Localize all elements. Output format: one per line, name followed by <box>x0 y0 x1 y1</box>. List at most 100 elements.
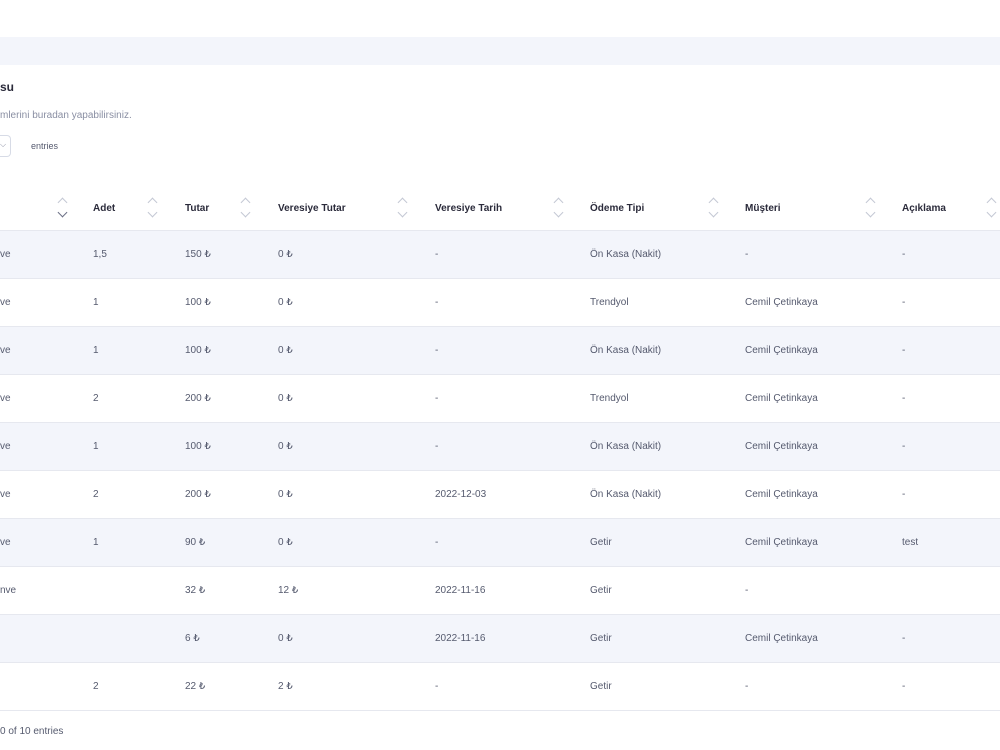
cell-tutar: 200 ₺ <box>185 489 211 500</box>
cell-odeme-tipi: Getir <box>590 585 612 596</box>
column-header-aciklama[interactable]: Açıklama <box>902 186 946 230</box>
cell-veresiye-tutar: 0 ₺ <box>278 633 293 644</box>
subheader-band <box>0 37 1000 65</box>
cell-veresiye-tarih: - <box>435 681 439 692</box>
cell-product: ve <box>0 297 11 308</box>
cell-musteri: - <box>745 585 749 596</box>
table-row: ve 1 100 ₺ 0 ₺ - Ön Kasa (Nakit) Cemil Ç… <box>0 327 1000 375</box>
entries-length-select[interactable]: ⌵ <box>0 135 11 157</box>
page-title: su <box>0 80 15 94</box>
cell-adet: 1,5 <box>93 249 107 260</box>
sort-descending-icon <box>147 207 158 218</box>
cell-tutar: 6 ₺ <box>185 633 200 644</box>
cell-aciklama: test <box>902 537 919 548</box>
cell-aciklama: - <box>902 441 906 452</box>
cell-adet: 2 <box>93 681 99 692</box>
cell-odeme-tipi: Ön Kasa (Nakit) <box>590 489 662 500</box>
cell-odeme-tipi: Trendyol <box>590 393 629 404</box>
column-header-tutar[interactable]: Tutar <box>185 186 209 230</box>
cell-tutar: 22 ₺ <box>185 681 206 692</box>
cell-tutar: 100 ₺ <box>185 441 211 452</box>
sort-toggle-odeme-tipi[interactable] <box>708 196 720 222</box>
cell-musteri: Cemil Çetinkaya <box>745 297 818 308</box>
page-subtitle: mlerini buradan yapabilirsiniz. <box>0 110 132 121</box>
cell-adet: 2 <box>93 393 99 404</box>
cell-veresiye-tutar: 2 ₺ <box>278 681 293 692</box>
cell-tutar: 100 ₺ <box>185 345 211 356</box>
sort-ascending-icon <box>708 197 719 208</box>
sort-ascending-icon <box>553 197 564 208</box>
sort-descending-icon <box>553 207 564 218</box>
cell-odeme-tipi: Getir <box>590 537 612 548</box>
cell-veresiye-tutar: 0 ₺ <box>278 489 293 500</box>
cell-veresiye-tutar: 0 ₺ <box>278 345 293 356</box>
sort-ascending-icon <box>240 197 251 208</box>
table-row: nve 32 ₺ 12 ₺ 2022-11-16 Getir - <box>0 567 1000 615</box>
cell-odeme-tipi: Getir <box>590 681 612 692</box>
column-header-veresiye-tutar[interactable]: Veresiye Tutar <box>278 186 346 230</box>
cell-aciklama: - <box>902 345 906 356</box>
cell-odeme-tipi: Ön Kasa (Nakit) <box>590 441 662 452</box>
sort-toggle-tutar[interactable] <box>240 196 252 222</box>
cell-veresiye-tarih: 2022-12-03 <box>435 489 487 500</box>
cell-odeme-tipi: Ön Kasa (Nakit) <box>590 249 662 260</box>
cell-adet: 2 <box>93 489 99 500</box>
column-header-adet[interactable]: Adet <box>93 186 115 230</box>
column-header-odeme-tipi[interactable]: Ödeme Tipi <box>590 186 644 230</box>
sort-toggle-musteri[interactable] <box>865 196 877 222</box>
cell-veresiye-tarih: - <box>435 537 439 548</box>
cell-odeme-tipi: Getir <box>590 633 612 644</box>
sort-descending-icon <box>865 207 876 218</box>
table-row: ve 1,5 150 ₺ 0 ₺ - Ön Kasa (Nakit) - - <box>0 231 1000 279</box>
sort-descending-icon <box>708 207 719 218</box>
cell-musteri: Cemil Çetinkaya <box>745 393 818 404</box>
table-row: ve 1 100 ₺ 0 ₺ - Ön Kasa (Nakit) Cemil Ç… <box>0 423 1000 471</box>
cell-veresiye-tarih: - <box>435 441 439 452</box>
cell-aciklama: - <box>902 681 906 692</box>
cell-musteri: Cemil Çetinkaya <box>745 489 818 500</box>
cell-musteri: Cemil Çetinkaya <box>745 345 818 356</box>
cell-aciklama: - <box>902 633 906 644</box>
sort-toggle-veresiye-tarih[interactable] <box>553 196 565 222</box>
cell-product: ve <box>0 249 11 260</box>
table-row: 2 22 ₺ 2 ₺ - Getir - - <box>0 663 1000 711</box>
cell-veresiye-tarih: - <box>435 345 439 356</box>
sort-descending-icon <box>986 207 997 218</box>
cell-aciklama: - <box>902 393 906 404</box>
sort-toggle-veresiye-tutar[interactable] <box>397 196 409 222</box>
sort-ascending-icon <box>397 197 408 208</box>
cell-veresiye-tutar: 0 ₺ <box>278 297 293 308</box>
cell-veresiye-tutar: 0 ₺ <box>278 537 293 548</box>
sales-table: Adet Tutar Veresiye Tutar Veresiye Tarih… <box>0 186 1000 711</box>
cell-musteri: Cemil Çetinkaya <box>745 441 818 452</box>
cell-veresiye-tutar: 0 ₺ <box>278 441 293 452</box>
cell-product: ve <box>0 489 11 500</box>
entries-label: entries <box>31 141 59 151</box>
cell-tutar: 32 ₺ <box>185 585 206 596</box>
cell-adet: 1 <box>93 441 99 452</box>
cell-product: ve <box>0 393 11 404</box>
cell-odeme-tipi: Trendyol <box>590 297 629 308</box>
sort-toggle-adet[interactable] <box>147 196 159 222</box>
sort-toggle-aciklama[interactable] <box>986 196 998 222</box>
cell-musteri: Cemil Çetinkaya <box>745 537 818 548</box>
column-header-veresiye-tarih[interactable]: Veresiye Tarih <box>435 186 502 230</box>
entries-length-control: ⌵ entries <box>0 134 58 158</box>
cell-veresiye-tarih: - <box>435 249 439 260</box>
cell-adet: 1 <box>93 297 99 308</box>
sort-ascending-icon <box>147 197 158 208</box>
column-header-musteri[interactable]: Müşteri <box>745 186 781 230</box>
cell-veresiye-tarih: - <box>435 297 439 308</box>
sort-descending-icon <box>240 207 251 218</box>
cell-musteri: Cemil Çetinkaya <box>745 633 818 644</box>
cell-tutar: 200 ₺ <box>185 393 211 404</box>
cell-product: ve <box>0 345 11 356</box>
cell-tutar: 90 ₺ <box>185 537 206 548</box>
cell-aciklama: - <box>902 489 906 500</box>
cell-odeme-tipi: Ön Kasa (Nakit) <box>590 345 662 356</box>
sort-toggle-col-first[interactable] <box>57 196 69 222</box>
sort-ascending-icon <box>986 197 997 208</box>
cell-veresiye-tutar: 12 ₺ <box>278 585 299 596</box>
sort-descending-icon <box>57 207 68 218</box>
cell-musteri: - <box>745 681 749 692</box>
